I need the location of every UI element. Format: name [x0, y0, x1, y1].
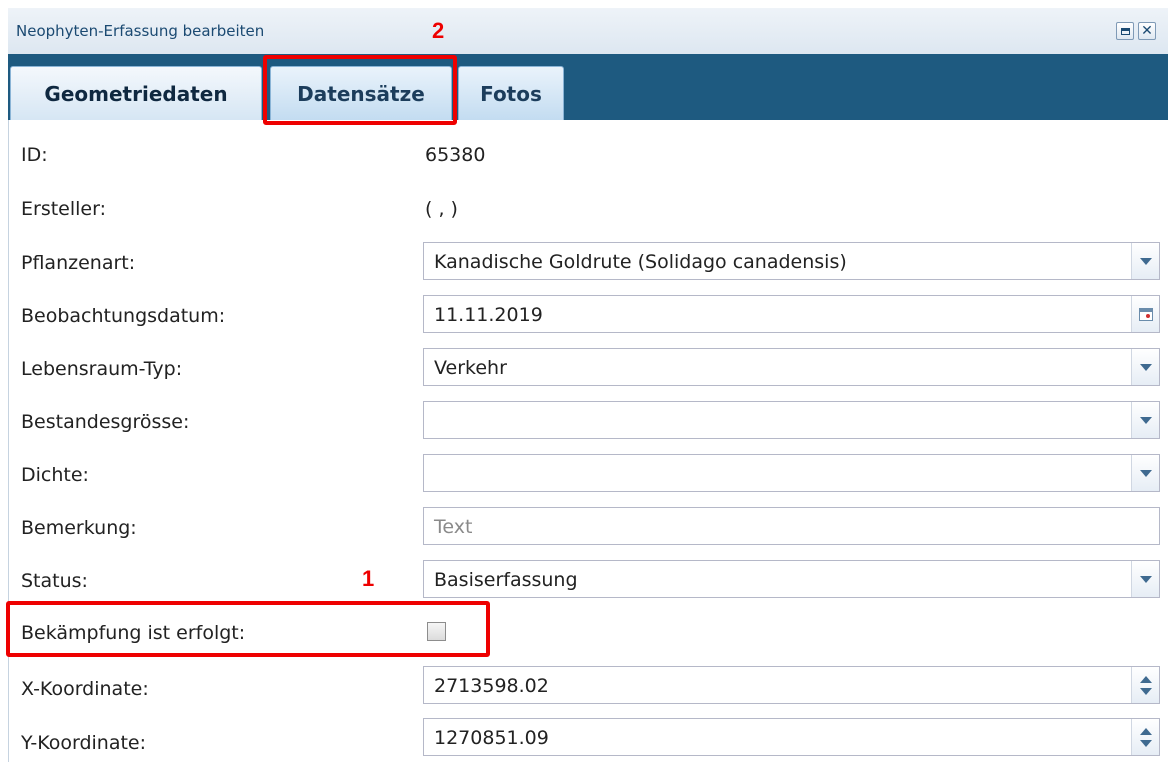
bestandesgroesse-select[interactable] [423, 401, 1160, 439]
ersteller-value: ( , ) [425, 198, 458, 220]
tab-bar: Geometriedaten Datensätze Fotos [8, 54, 1168, 120]
lebensraum-value: Verkehr [434, 357, 507, 379]
calendar-icon[interactable] [1131, 296, 1159, 332]
chevron-down-icon[interactable] [1131, 455, 1159, 491]
close-icon[interactable]: ✕ [1138, 22, 1156, 40]
status-value: Basiserfassung [434, 569, 578, 591]
y-koordinate-value: 1270851.09 [434, 727, 549, 749]
beobachtungsdatum-value: 11.11.2019 [434, 304, 543, 326]
chevron-down-icon[interactable] [1131, 402, 1159, 438]
id-label: ID: [21, 144, 48, 166]
pflanzenart-value: Kanadische Goldrute (Solidago canadensis… [434, 251, 847, 273]
highlight-box-tabs [263, 55, 457, 125]
annotation-marker-1: 1 [362, 566, 375, 591]
y-koordinate-field[interactable]: 1270851.09 [423, 718, 1160, 756]
lebensraum-select[interactable]: Verkehr [423, 348, 1160, 386]
pflanzenart-label: Pflanzenart: [21, 252, 136, 274]
beobachtungsdatum-field[interactable]: 11.11.2019 [423, 295, 1160, 333]
id-value: 65380 [425, 144, 486, 166]
window-titlebar: Neophyten-Erfassung bearbeiten ✕ [8, 8, 1168, 55]
lebensraum-label: Lebensraum-Typ: [21, 358, 183, 380]
tab-geometriedaten[interactable]: Geometriedaten [10, 66, 262, 120]
dichte-select[interactable] [423, 454, 1160, 492]
status-label: Status: [21, 570, 88, 592]
dichte-label: Dichte: [21, 464, 89, 486]
ersteller-label: Ersteller: [21, 198, 106, 220]
spinner-icon[interactable] [1131, 667, 1159, 703]
x-koordinate-label: X-Koordinate: [21, 678, 149, 700]
window-title: Neophyten-Erfassung bearbeiten [16, 22, 265, 40]
y-koordinate-label: Y-Koordinate: [21, 732, 147, 754]
status-select[interactable]: Basiserfassung [423, 560, 1160, 598]
beobachtungsdatum-label: Beobachtungsdatum: [21, 305, 226, 327]
chevron-down-icon[interactable] [1131, 243, 1159, 279]
highlight-box-checkbox [6, 601, 490, 657]
x-koordinate-value: 2713598.02 [434, 675, 549, 697]
bemerkung-label: Bemerkung: [21, 517, 137, 539]
x-koordinate-field[interactable]: 2713598.02 [423, 666, 1160, 704]
maximize-icon[interactable] [1116, 22, 1134, 40]
bestandesgroesse-label: Bestandesgrösse: [21, 411, 190, 433]
chevron-down-icon[interactable] [1131, 561, 1159, 597]
annotation-marker-2: 2 [432, 18, 445, 43]
bemerkung-input[interactable]: Text [423, 507, 1160, 545]
bemerkung-placeholder: Text [434, 516, 473, 538]
tab-fotos[interactable]: Fotos [458, 66, 564, 120]
pflanzenart-select[interactable]: Kanadische Goldrute (Solidago canadensis… [423, 242, 1160, 280]
chevron-down-icon[interactable] [1131, 349, 1159, 385]
spinner-icon[interactable] [1131, 719, 1159, 755]
